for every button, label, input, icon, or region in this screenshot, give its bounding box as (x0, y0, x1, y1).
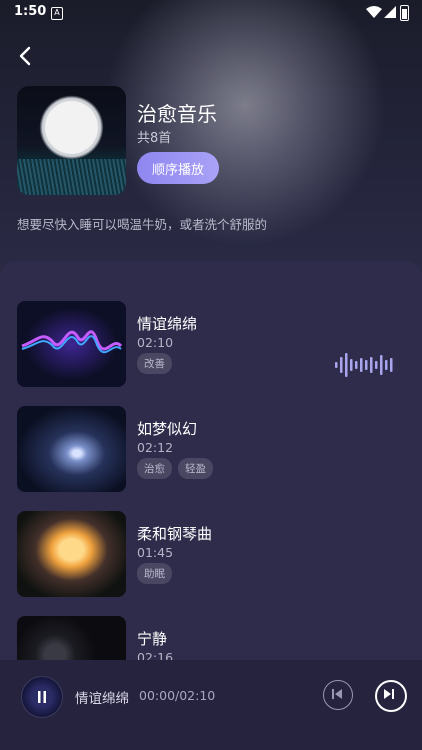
player-album-thumb[interactable] (21, 676, 63, 718)
song-duration: 01:45 (137, 545, 174, 560)
song-duration: 02:10 (137, 335, 174, 350)
now-playing-wave-icon (335, 353, 393, 377)
next-button[interactable] (375, 680, 407, 712)
song-title: 柔和钢琴曲 (137, 525, 213, 543)
notification-icon: A (51, 7, 63, 20)
song-tag: 治愈 (137, 458, 172, 479)
album-cover (17, 86, 126, 195)
album-cover-grass (17, 159, 126, 195)
skip-next-icon (384, 689, 394, 699)
song-title: 情谊绵绵 (137, 315, 198, 333)
pause-icon (38, 691, 46, 703)
status-bar: 1:50 A (0, 0, 422, 26)
song-tag: 改善 (137, 353, 172, 374)
album-title: 治愈音乐 (137, 102, 217, 126)
song-tag: 轻盈 (178, 458, 213, 479)
song-thumbnail (17, 511, 126, 597)
song-item[interactable]: 如梦似幻 02:12 治愈 轻盈 (0, 406, 422, 494)
song-item[interactable]: 柔和钢琴曲 01:45 助眠 (0, 511, 422, 599)
mini-player[interactable]: 情谊绵绵 00:00/02:10 (0, 660, 422, 750)
previous-button[interactable] (323, 680, 353, 710)
song-tag: 助眠 (137, 563, 172, 584)
back-button[interactable] (14, 44, 38, 68)
track-count: 共8首 (137, 131, 172, 146)
song-duration: 02:12 (137, 440, 174, 455)
status-time: 1:50 (14, 4, 47, 19)
wifi-icon (366, 6, 382, 18)
song-thumbnail (17, 406, 126, 492)
song-title: 如梦似幻 (137, 420, 198, 438)
signal-icon (384, 6, 396, 18)
player-progress-time: 00:00/02:10 (139, 688, 216, 703)
battery-icon (400, 5, 409, 21)
sequential-play-button[interactable]: 顺序播放 (137, 152, 219, 184)
skip-previous-icon (332, 689, 342, 699)
sound-wave-art (21, 330, 123, 354)
song-thumbnail (17, 301, 126, 387)
album-description: 想要尽快入睡可以喝温牛奶，或者洗个舒服的 (17, 217, 268, 232)
song-title: 宁静 (137, 630, 168, 648)
player-song-title: 情谊绵绵 (75, 691, 129, 707)
